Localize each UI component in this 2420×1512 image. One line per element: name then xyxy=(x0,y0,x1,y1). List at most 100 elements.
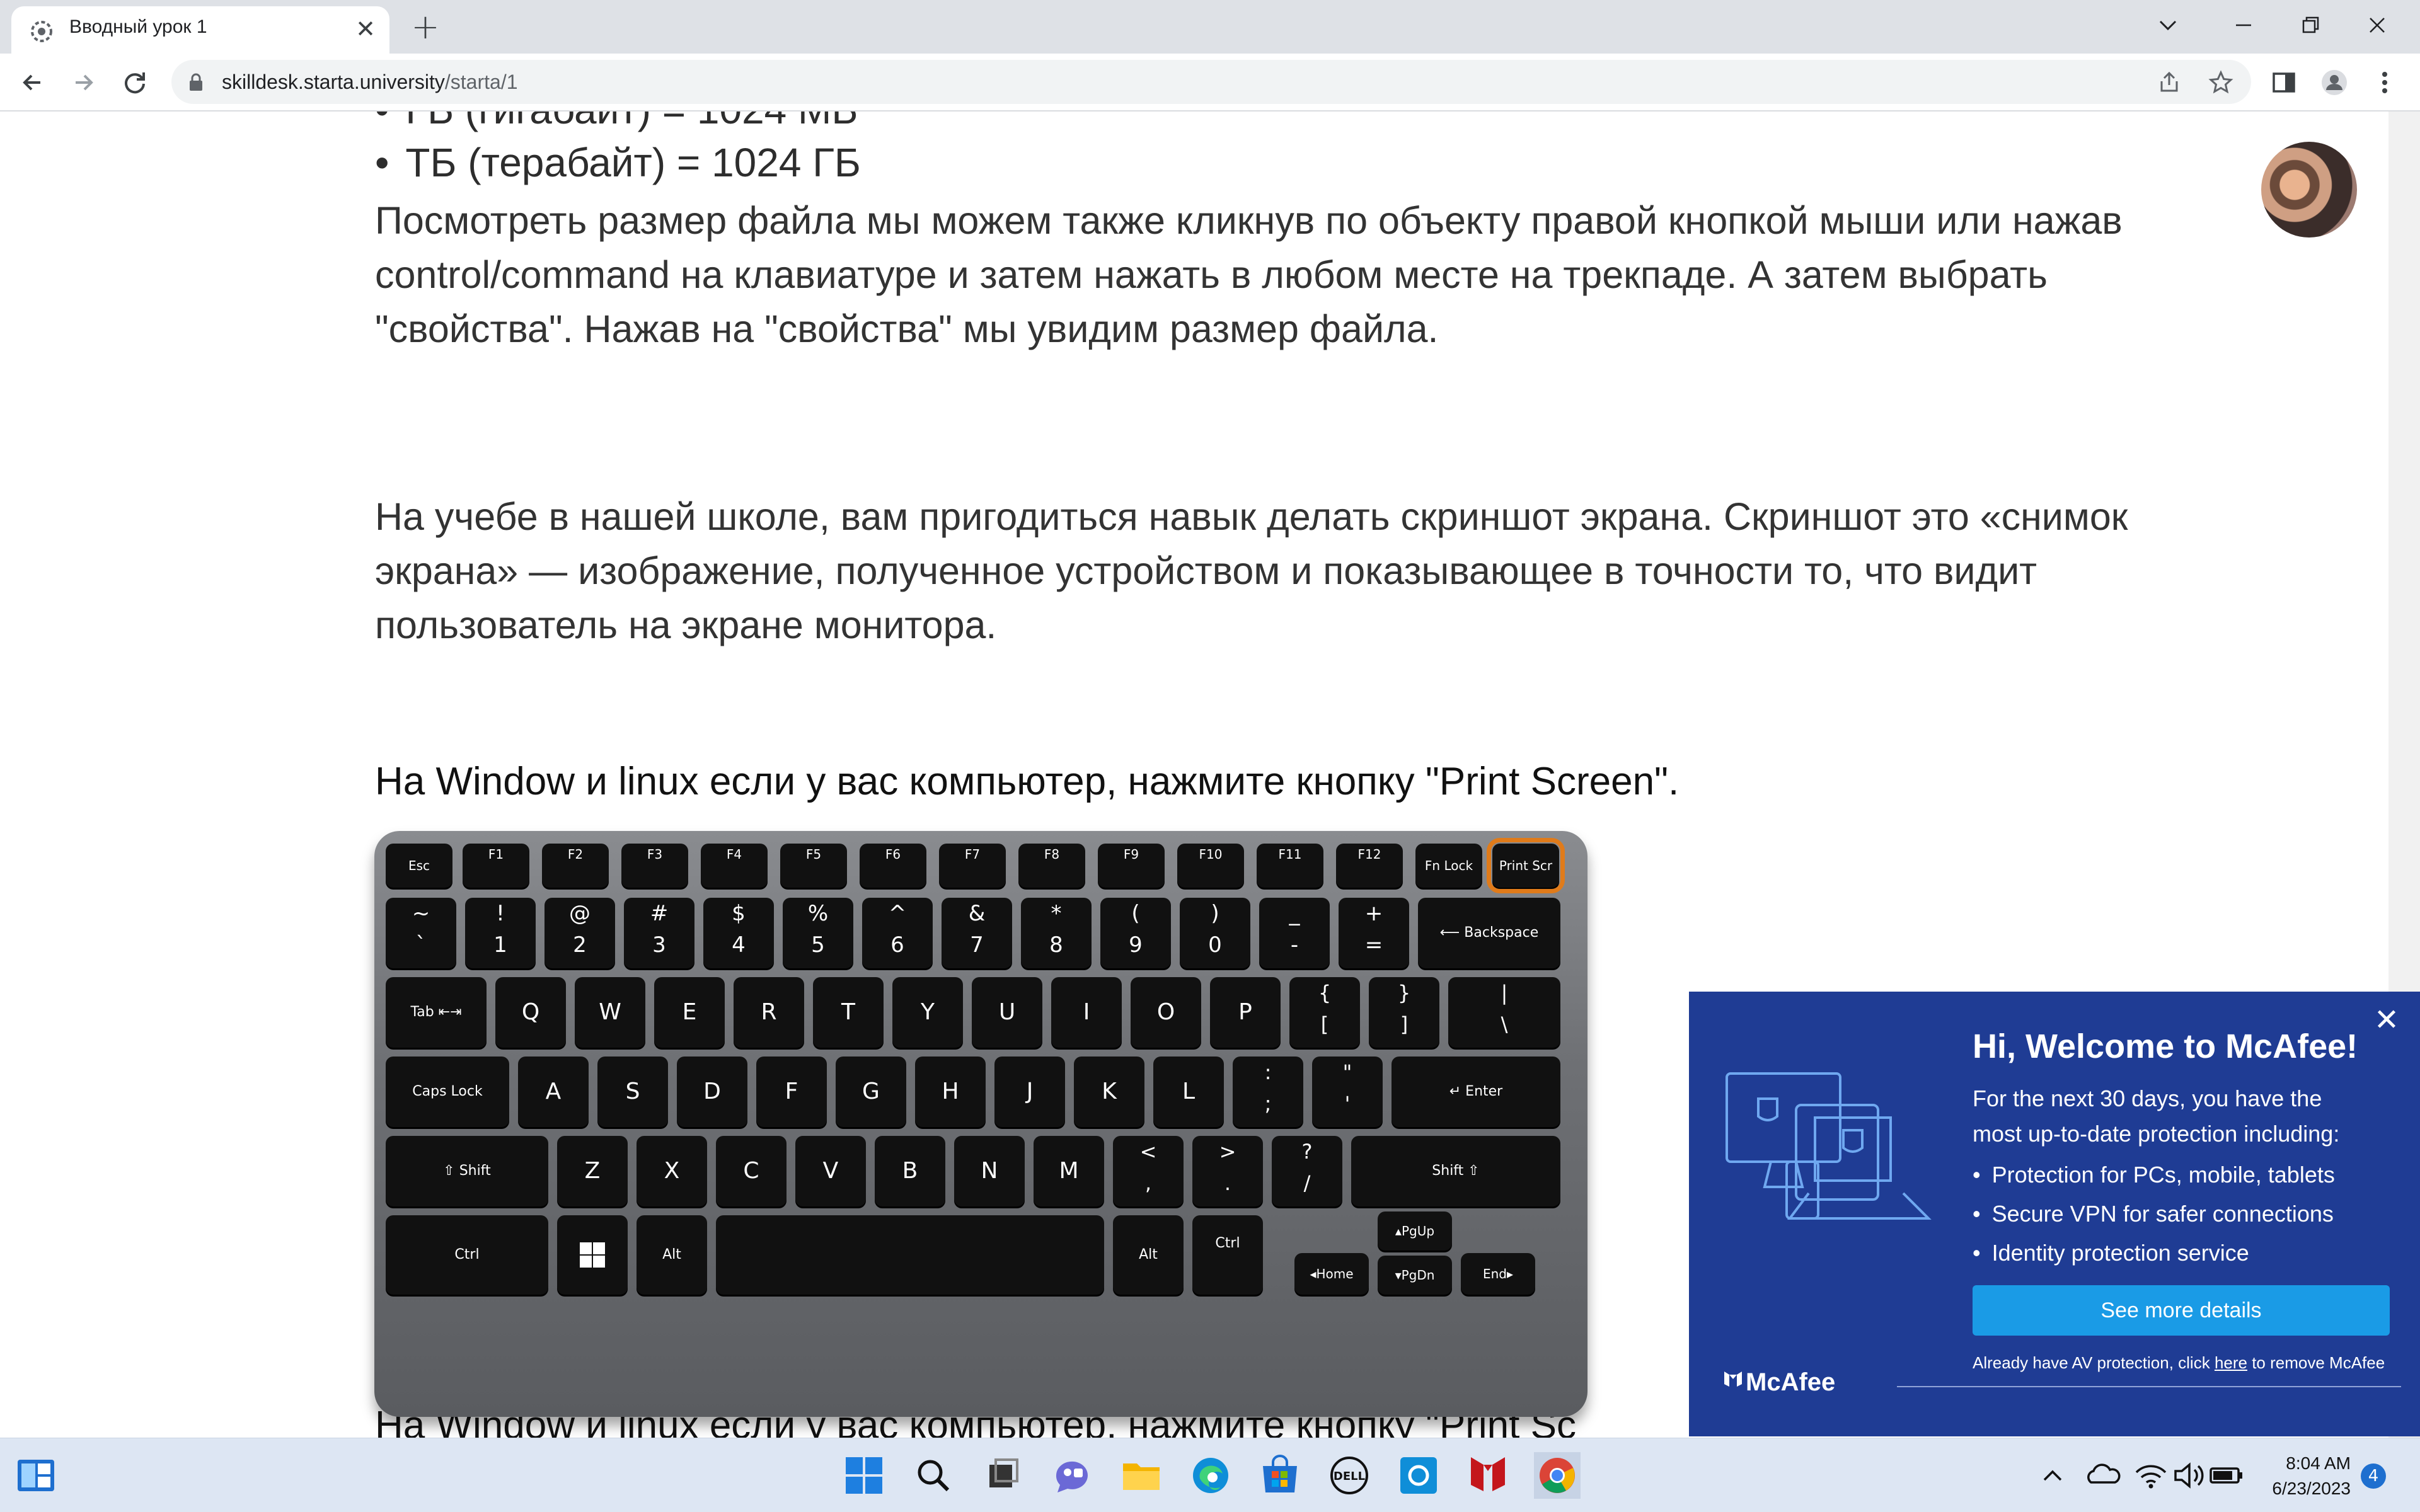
microsoft-store-icon[interactable] xyxy=(1257,1452,1303,1499)
key-f9: F9 xyxy=(1098,844,1165,888)
close-window-button[interactable] xyxy=(2339,0,2415,52)
key-bracket-left: {[ xyxy=(1289,977,1360,1048)
key-alt-right: Alt xyxy=(1113,1215,1184,1295)
mcafee-intro-text: For the next 30 days, you have the most … xyxy=(1973,1085,2340,1147)
key-f8: F8 xyxy=(1018,844,1085,888)
cortana-app-icon[interactable] xyxy=(1395,1452,1442,1499)
key-tab: Tab ⇤⇥ xyxy=(386,977,487,1048)
remove-mcafee-link[interactable]: here xyxy=(2215,1353,2247,1372)
forward-arrow-icon[interactable] xyxy=(66,65,101,100)
mcafee-app-icon[interactable] xyxy=(1465,1452,1511,1499)
task-view-icon[interactable] xyxy=(979,1452,1026,1499)
site-favicon-icon xyxy=(31,21,52,42)
share-icon[interactable] xyxy=(2157,70,2182,95)
tab-strip: Вводный урок 1 ✕ + xyxy=(0,0,2420,54)
key-semicolon: :; xyxy=(1233,1057,1303,1127)
key-b: B xyxy=(875,1136,945,1206)
key-p: P xyxy=(1210,977,1281,1048)
clock-date: 6/23/2023 xyxy=(2272,1479,2351,1498)
kebab-menu-icon[interactable] xyxy=(2367,65,2402,100)
address-bar[interactable]: skilldesk.starta.university/starta/1 xyxy=(171,60,2251,104)
list-item-terabyte: ТБ (терабайт) = 1024 ГБ xyxy=(375,139,860,186)
bookmark-star-icon[interactable] xyxy=(2208,70,2233,95)
key-g: G xyxy=(836,1057,906,1127)
key-f: F xyxy=(756,1057,827,1127)
clock[interactable]: 8:04 AM 6/23/2023 xyxy=(2272,1451,2351,1501)
mcafee-shield-icon xyxy=(1724,1372,1742,1387)
key-backspace: ⟵ Backspace xyxy=(1418,898,1560,968)
key-5: % 5 xyxy=(783,898,853,968)
mcafee-title: Hi, Welcome to McAfee! xyxy=(1973,1028,2358,1065)
reload-icon[interactable] xyxy=(117,65,153,100)
edge-browser-icon[interactable] xyxy=(1187,1452,1234,1499)
notification-badge[interactable]: 4 xyxy=(2361,1463,2386,1489)
user-avatar[interactable] xyxy=(2261,142,2357,238)
minimize-button[interactable] xyxy=(2206,0,2281,52)
tab-search-button[interactable] xyxy=(2130,0,2206,52)
browser-tab[interactable]: Вводный урок 1 ✕ xyxy=(11,6,389,54)
key-8: * 8 xyxy=(1021,898,1092,968)
back-arrow-icon[interactable] xyxy=(15,65,50,100)
key-d: D xyxy=(677,1057,747,1127)
key-equals: + = xyxy=(1339,898,1409,968)
list-item: Protection for PCs, mobile, tablets xyxy=(1973,1155,2335,1194)
key-w: W xyxy=(575,977,645,1048)
search-icon[interactable] xyxy=(910,1452,957,1499)
key-f12: F12 xyxy=(1336,844,1403,888)
svg-text:DELL: DELL xyxy=(1334,1470,1365,1483)
close-icon[interactable]: ✕ xyxy=(2371,1004,2402,1036)
key-k: K xyxy=(1074,1057,1144,1127)
chat-icon[interactable] xyxy=(1049,1452,1095,1499)
restore-button[interactable] xyxy=(2273,0,2348,52)
key-1: ! 1 xyxy=(465,898,536,968)
start-windows-icon[interactable] xyxy=(841,1452,887,1499)
key-v: V xyxy=(795,1136,866,1206)
key-f6: F6 xyxy=(860,844,926,888)
profile-avatar-icon[interactable] xyxy=(2317,65,2352,100)
side-panel-icon[interactable] xyxy=(2266,65,2302,100)
battery-icon[interactable] xyxy=(2203,1452,2250,1499)
mcafee-feature-list: Protection for PCs, mobile, tablets Secu… xyxy=(1973,1155,2335,1273)
key-print-screen: Print Scr xyxy=(1487,838,1565,893)
key-f4: F4 xyxy=(701,844,768,888)
chevron-up-icon[interactable] xyxy=(2029,1452,2076,1499)
key-quote: " ' xyxy=(1312,1057,1383,1127)
key-end: End▸ xyxy=(1461,1253,1535,1295)
new-tab-button[interactable]: + xyxy=(406,9,444,47)
key-f3: F3 xyxy=(621,844,688,888)
list-item-gigabyte: ГБ (гигабайт) = 1024 МБ xyxy=(375,112,858,133)
key-shift-right: Shift ⇧ xyxy=(1351,1136,1560,1206)
key-t: T xyxy=(813,977,884,1048)
key-f7: F7 xyxy=(939,844,1006,888)
restore-icon xyxy=(2302,16,2319,33)
key-z: Z xyxy=(557,1136,628,1206)
key-l: L xyxy=(1153,1057,1224,1127)
key-enter: ↵ Enter xyxy=(1392,1057,1560,1127)
key-tilde: ~ ` xyxy=(386,898,456,968)
widgets-icon[interactable] xyxy=(13,1452,59,1499)
key-h: H xyxy=(915,1057,986,1127)
key-f2: F2 xyxy=(542,844,609,888)
lock-icon[interactable] xyxy=(187,72,205,93)
chrome-browser-icon[interactable] xyxy=(1534,1452,1581,1499)
key-bracket-right: }] xyxy=(1369,977,1439,1048)
key-backslash: | \ xyxy=(1448,977,1560,1048)
see-more-details-button[interactable]: See more details xyxy=(1973,1285,2390,1336)
key-home: ◂Home xyxy=(1294,1253,1369,1295)
key-c: C xyxy=(716,1136,786,1206)
url-text[interactable]: skilldesk.starta.university/starta/1 xyxy=(222,71,518,94)
key-n: N xyxy=(954,1136,1025,1206)
mcafee-footer-text: Already have AV protection, click here t… xyxy=(1973,1353,2385,1372)
key-ctrl-menu: Ctrl xyxy=(1192,1215,1263,1295)
key-6: ^ 6 xyxy=(862,898,933,968)
file-explorer-icon[interactable] xyxy=(1118,1452,1165,1499)
browser-toolbar: skilldesk.starta.university/starta/1 xyxy=(0,54,2420,112)
key-y: Y xyxy=(892,977,963,1048)
key-q: Q xyxy=(495,977,566,1048)
tab-close-icon[interactable]: ✕ xyxy=(352,15,379,43)
key-windows xyxy=(557,1215,628,1295)
onedrive-cloud-icon[interactable] xyxy=(2080,1452,2126,1499)
key-comma: <, xyxy=(1113,1136,1184,1206)
key-space xyxy=(716,1215,1104,1295)
dell-icon[interactable]: DELL xyxy=(1326,1452,1373,1499)
